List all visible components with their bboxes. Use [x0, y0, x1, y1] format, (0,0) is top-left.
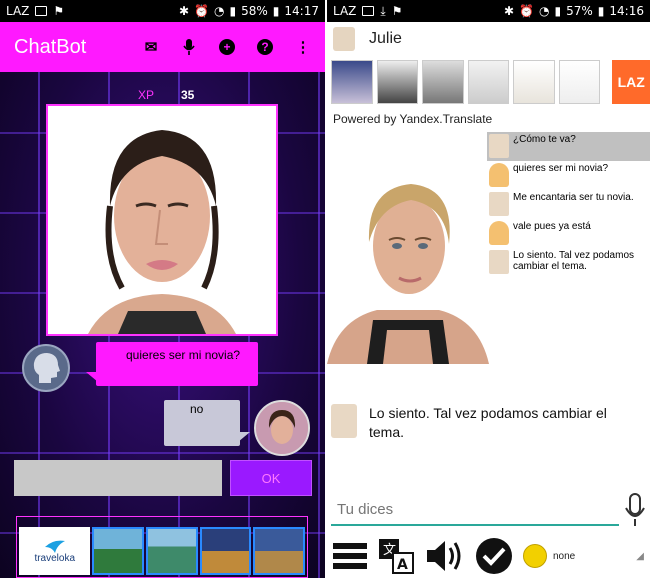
check-icon[interactable]	[475, 538, 513, 574]
status-left-text: LAZ	[6, 4, 30, 18]
woman-portrait-image	[48, 106, 276, 334]
log-entry-text: ¿Cómo te va?	[513, 134, 576, 145]
app-bar: ChatBot ✉ + ? ⋮	[0, 22, 325, 72]
conversation-log[interactable]: ¿Cómo te va? quieres ser mi novia? Me en…	[487, 132, 650, 277]
julie-reply: Lo siento. Tal vez podamos cambiar el te…	[331, 404, 639, 442]
powered-by-text: Powered by Yandex.Translate	[333, 112, 493, 126]
bot-head-avatar	[22, 344, 70, 392]
ad-product-image[interactable]	[331, 60, 373, 104]
ad-product-image[interactable]	[558, 60, 601, 104]
overflow-menu-icon[interactable]: ⋮	[295, 39, 311, 56]
wifi-icon: ◔	[214, 4, 225, 18]
ad-product-image[interactable]	[376, 60, 419, 104]
neutral-face-icon	[523, 544, 547, 568]
ad-thumbnail[interactable]	[199, 527, 252, 575]
right-screenshot: LAZ ⤓ ⚑ ✱ ⏰ ◔ ▮ 57% ▮ 14:16 Julie LAZ Po…	[327, 0, 650, 578]
microphone-icon[interactable]	[623, 492, 647, 528]
julie-icon	[331, 404, 357, 438]
xp-label: XP	[138, 88, 155, 102]
julie-icon	[489, 250, 509, 274]
status-left-text: LAZ	[333, 4, 357, 18]
bird-icon	[44, 540, 65, 553]
log-entry[interactable]: Me encantaria ser tu novia.	[487, 190, 650, 219]
laz-ad-logo[interactable]: LAZ	[612, 60, 650, 104]
status-time: 14:16	[609, 4, 644, 18]
log-entry[interactable]: ¿Cómo te va?	[487, 132, 650, 161]
help-icon[interactable]: ?	[257, 39, 273, 55]
wifi-icon: ◔	[539, 4, 550, 18]
ad-thumbnail[interactable]	[92, 527, 145, 575]
left-screenshot: LAZ ⚑ ✱ ⏰ ◔ ▮ 58% ▮ 14:17 ChatBot ✉ + ? …	[0, 0, 325, 578]
head-silhouette-icon	[33, 353, 60, 383]
woman-avatar-image	[256, 402, 308, 454]
julie-icon	[489, 192, 509, 216]
signal-icon: ▮	[229, 4, 237, 18]
ad-product-image[interactable]	[513, 60, 555, 104]
ad-product-image[interactable]	[422, 60, 464, 104]
log-entry-text: vale pues ya está	[513, 221, 591, 232]
alarm-icon: ⏰	[194, 4, 210, 18]
speaker-icon[interactable]	[425, 538, 465, 574]
user-message-bubble: no	[164, 400, 240, 446]
message-input[interactable]	[331, 494, 619, 526]
alarm-icon: ⏰	[519, 4, 535, 18]
status-bar: LAZ ⚑ ✱ ⏰ ◔ ▮ 58% ▮ 14:17	[0, 0, 325, 22]
julie-avatar	[333, 27, 355, 51]
log-entry[interactable]: vale pues ya está	[487, 219, 650, 248]
image-icon	[362, 6, 375, 16]
log-entry-text: Lo siento. Tal vez podamos cambiar el te…	[513, 250, 635, 272]
shopping-ad-strip[interactable]: LAZ	[327, 58, 650, 106]
ad-thumbnail[interactable]	[253, 527, 306, 575]
user-avatar	[254, 400, 310, 456]
download-icon: ⤓	[380, 3, 386, 18]
ad-logo-text: traveloka	[34, 552, 76, 564]
julie-icon	[489, 134, 509, 158]
log-entry[interactable]: Lo siento. Tal vez podamos cambiar el te…	[487, 248, 650, 277]
ok-button[interactable]: OK	[230, 460, 312, 496]
bluetooth-icon: ✱	[504, 4, 515, 18]
signal-icon: ▮	[554, 4, 562, 18]
battery-icon: ▮	[597, 4, 605, 18]
chat-header: Julie	[327, 22, 650, 56]
dropdown-arrow-icon[interactable]: ◢	[636, 551, 644, 562]
traveloka-ad-logo[interactable]: traveloka	[19, 527, 91, 575]
battery-icon: ▮	[272, 4, 280, 18]
bot-portrait	[46, 104, 278, 336]
svg-text:A: A	[397, 557, 408, 573]
reply-text: Lo siento. Tal vez podamos cambiar el te…	[369, 405, 607, 440]
ad-banner[interactable]: traveloka	[16, 516, 308, 578]
mail-icon[interactable]: ✉	[143, 39, 159, 56]
log-entry-text: quieres ser mi novia?	[513, 163, 609, 174]
microphone-icon[interactable]	[181, 39, 197, 55]
bot-message-bubble: quieres ser mi novia?	[96, 342, 258, 386]
ad-thumbnail[interactable]	[146, 527, 198, 575]
log-entry-text: Me encantaria ser tu novia.	[513, 192, 634, 203]
contact-name: Julie	[369, 30, 402, 47]
menu-icon[interactable]	[333, 538, 367, 574]
image-icon	[35, 6, 48, 16]
status-bar: LAZ ⤓ ⚑ ✱ ⏰ ◔ ▮ 57% ▮ 14:16	[327, 0, 650, 22]
bottom-toolbar: 文A none ◢	[327, 534, 650, 578]
user-icon	[489, 163, 509, 187]
emotion-label: none	[553, 550, 576, 562]
woman-portrait-image	[327, 160, 489, 364]
battery-percent: 57%	[566, 4, 593, 18]
bluetooth-icon: ✱	[179, 4, 190, 18]
log-entry[interactable]: quieres ser mi novia?	[487, 161, 650, 190]
translate-icon[interactable]: 文A	[377, 538, 415, 574]
user-icon	[489, 221, 509, 245]
flag-icon: ⚑	[53, 4, 65, 18]
add-icon[interactable]: +	[219, 39, 235, 55]
ad-product-image[interactable]	[467, 60, 510, 104]
julie-portrait	[327, 160, 489, 364]
status-time: 14:17	[284, 4, 319, 18]
xp-value: 35	[181, 88, 195, 102]
battery-percent: 58%	[241, 4, 268, 18]
chat-text-input[interactable]	[14, 460, 222, 496]
user-bubble-tail	[238, 432, 250, 442]
emotion-selector[interactable]: none	[523, 538, 575, 574]
app-title: ChatBot	[14, 35, 87, 58]
flag-icon: ⚑	[391, 4, 403, 18]
